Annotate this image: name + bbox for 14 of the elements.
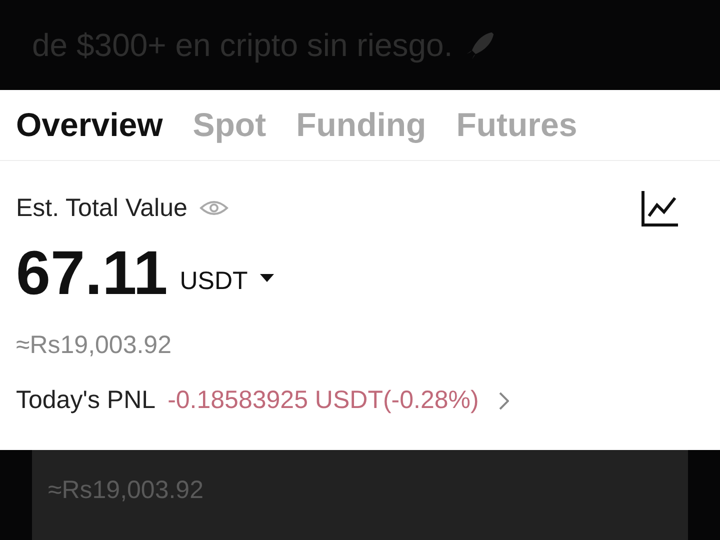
pnl-value: -0.18583925 USDT(-0.28%)	[168, 386, 479, 415]
chevron-icon[interactable]	[498, 392, 509, 410]
fiat-value: ≈Rs19,003.92	[48, 476, 204, 504]
currency-dropdown[interactable]: USDT	[180, 266, 248, 296]
total-value-label: Est. Total Value	[16, 194, 188, 222]
tab[interactable]: Spot	[192, 106, 266, 144]
caret-icon[interactable]	[260, 274, 274, 282]
tab[interactable]: Funding	[296, 106, 426, 144]
pnl-label: Today's PNL	[16, 386, 156, 415]
total-value: 67.11	[16, 238, 168, 308]
tab[interactable]: Overview	[16, 106, 163, 144]
fiat-value: ≈Rs19,003.92	[16, 331, 172, 360]
line-chart-icon[interactable]	[640, 188, 680, 228]
tab[interactable]: Futures	[456, 106, 578, 144]
